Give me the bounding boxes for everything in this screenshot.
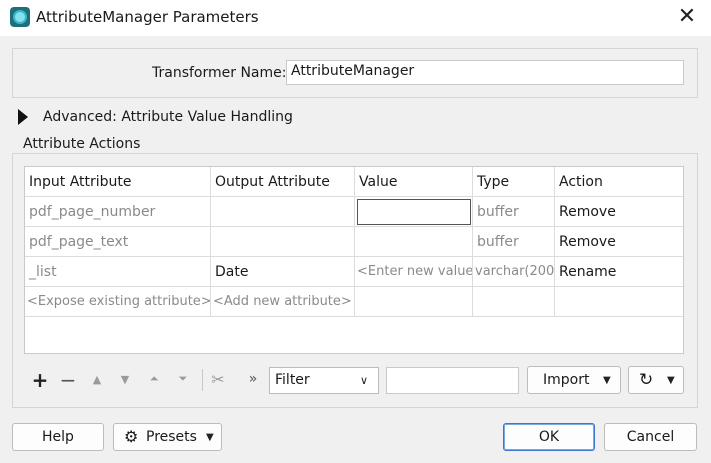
filter-dropdown[interactable]: Filter ∨ <box>269 367 379 394</box>
table-header-row: Input Attribute Output Attribute Value T… <box>25 167 683 197</box>
advanced-section-label[interactable]: Advanced: Attribute Value Handling <box>43 109 293 125</box>
table-row[interactable]: pdf_page_number buffer Remove <box>25 196 683 227</box>
more-icon[interactable]: » <box>242 368 264 390</box>
type-cell[interactable]: varchar(200) <box>472 256 555 287</box>
presets-button-label: Presets <box>146 429 197 445</box>
presets-button[interactable]: ⚙ Presets ▼ <box>113 423 222 451</box>
cut-icon[interactable]: ✂ <box>207 369 229 391</box>
refresh-icon: ↻ <box>639 370 654 390</box>
action-cell[interactable] <box>554 286 683 317</box>
column-header[interactable]: Action <box>554 167 683 197</box>
action-cell[interactable]: Remove <box>554 226 683 257</box>
caret-down-icon: ▼ <box>206 432 214 443</box>
value-cell[interactable]: <Enter new value <box>354 256 473 287</box>
column-header[interactable]: Value <box>354 167 473 197</box>
input-attribute-cell[interactable]: _list <box>25 256 211 287</box>
move-down-icon[interactable]: ▼ <box>114 369 136 391</box>
output-attribute-cell[interactable] <box>210 226 355 257</box>
output-attribute-cell[interactable]: <Add new attribute> <box>210 286 355 317</box>
transformer-name-input[interactable]: AttributeManager <box>286 60 684 85</box>
window-title: AttributeManager Parameters <box>36 8 259 26</box>
refresh-button[interactable]: ↻ ▼ <box>628 366 684 394</box>
type-cell[interactable]: buffer <box>472 226 555 257</box>
column-header[interactable]: Input Attribute <box>25 167 211 197</box>
add-icon[interactable]: + <box>29 369 51 391</box>
help-button[interactable]: Help <box>12 423 104 451</box>
value-cell[interactable] <box>354 226 473 257</box>
move-bottom-icon[interactable]: ⏷ <box>172 369 194 391</box>
ok-button[interactable]: OK <box>503 423 595 451</box>
caret-down-icon: ▼ <box>603 375 611 386</box>
move-top-icon[interactable]: ⏶ <box>143 369 165 391</box>
remove-icon[interactable]: − <box>57 369 79 391</box>
expand-triangle-icon[interactable] <box>18 109 28 125</box>
input-attribute-cell[interactable]: pdf_page_number <box>25 196 211 227</box>
import-button[interactable]: Import ▼ <box>527 366 621 394</box>
caret-down-icon: ▼ <box>667 375 675 386</box>
output-attribute-cell[interactable]: Date <box>210 256 355 287</box>
gear-icon: ⚙ <box>124 427 139 446</box>
import-button-label: Import <box>543 372 590 388</box>
filter-text-input[interactable] <box>386 367 519 394</box>
chevron-down-icon: ∨ <box>360 374 369 387</box>
transformer-name-label: Transformer Name: <box>152 65 287 81</box>
value-cell[interactable] <box>354 196 473 227</box>
app-icon <box>10 7 30 27</box>
attribute-table: Input Attribute Output Attribute Value T… <box>24 166 684 354</box>
column-header[interactable]: Output Attribute <box>210 167 355 197</box>
type-cell[interactable]: buffer <box>472 196 555 227</box>
cancel-button[interactable]: Cancel <box>604 423 697 451</box>
attribute-actions-label: Attribute Actions <box>20 136 144 152</box>
action-cell[interactable]: Rename <box>554 256 683 287</box>
column-header[interactable]: Type <box>472 167 555 197</box>
table-row[interactable]: _list Date <Enter new value varchar(200)… <box>25 256 683 287</box>
output-attribute-cell[interactable] <box>210 196 355 227</box>
input-attribute-cell[interactable]: pdf_page_text <box>25 226 211 257</box>
table-row[interactable]: pdf_page_text buffer Remove <box>25 226 683 257</box>
table-row[interactable]: <Expose existing attribute> <Add new att… <box>25 286 683 317</box>
filter-dropdown-label: Filter <box>275 372 310 388</box>
type-cell[interactable] <box>472 286 555 317</box>
action-cell[interactable]: Remove <box>554 196 683 227</box>
input-attribute-cell[interactable]: <Expose existing attribute> <box>25 286 211 317</box>
close-icon[interactable]: ✕ <box>676 4 698 30</box>
toolbar-divider <box>202 369 203 391</box>
move-up-icon[interactable]: ▲ <box>86 369 108 391</box>
value-cell[interactable] <box>354 286 473 317</box>
